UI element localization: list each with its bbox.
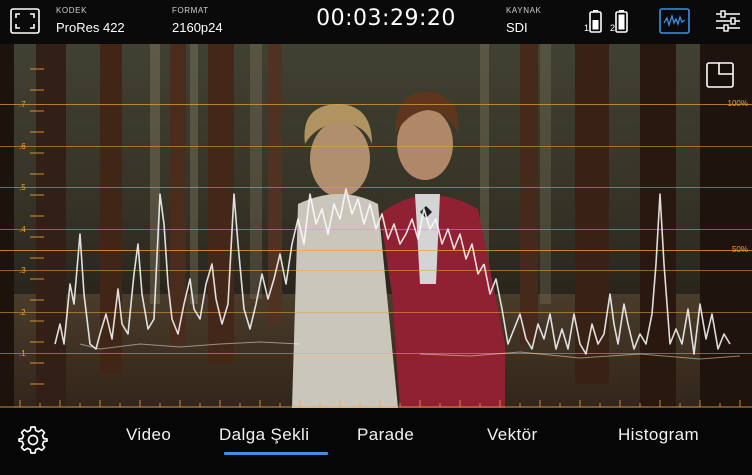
sliders-icon[interactable] <box>713 8 743 34</box>
codec-info[interactable]: KODEK ProRes 422 <box>56 6 125 35</box>
gear-icon[interactable] <box>18 424 48 454</box>
source-info[interactable]: KAYNAK SDI <box>506 6 541 35</box>
waveform-trace <box>54 188 741 360</box>
battery-2-number: 2 <box>610 23 616 33</box>
tab-histogram[interactable]: Histogram <box>618 425 699 445</box>
codec-value: ProRes 422 <box>56 20 125 35</box>
source-label: KAYNAK <box>506 6 542 15</box>
fullscreen-frame-icon[interactable] <box>10 8 40 34</box>
battery-1-number: 1 <box>584 23 590 33</box>
status-bar: KODEK ProRes 422 FORMAT 2160p24 00:03:29… <box>0 0 752 44</box>
format-value: 2160p24 <box>172 20 223 35</box>
tab-vectorscope[interactable]: Vektör <box>487 425 538 445</box>
camera-monitor-screen: KODEK ProRes 422 FORMAT 2160p24 00:03:29… <box>0 0 752 475</box>
picture-in-picture-icon[interactable] <box>706 62 734 88</box>
video-preview: .7 .6 .5 .4 .3 .2 .1 100% 50% <box>0 44 752 408</box>
timecode-display[interactable]: 00:03:29:20 <box>300 6 472 31</box>
tab-video[interactable]: Video <box>126 425 171 445</box>
format-label: FORMAT <box>172 6 209 15</box>
timeline-ruler <box>0 400 752 408</box>
tab-waveform[interactable]: Dalga Şekli <box>219 425 309 445</box>
waveform-icon[interactable] <box>659 8 690 34</box>
format-info[interactable]: FORMAT 2160p24 <box>172 6 223 35</box>
battery-2-indicator: 2 <box>610 7 640 37</box>
tab-parade[interactable]: Parade <box>357 425 414 445</box>
scope-tab-bar: Video Dalga Şekli Parade Vektör Histogra… <box>0 408 752 475</box>
source-value: SDI <box>506 20 528 35</box>
codec-label: KODEK <box>56 6 88 15</box>
selected-tab-indicator <box>224 452 328 455</box>
